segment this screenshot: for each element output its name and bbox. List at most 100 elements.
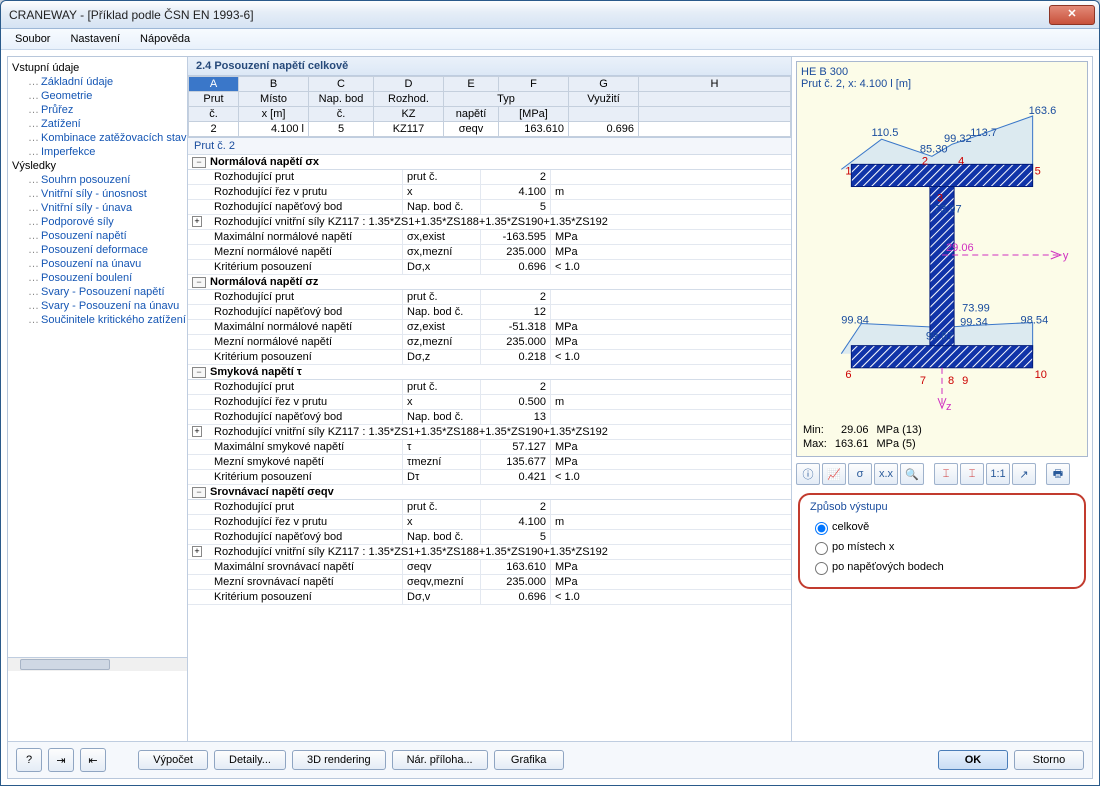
tb-axes-icon[interactable]: ↗ — [1012, 463, 1036, 485]
priloha-button[interactable]: Nár. příloha... — [392, 750, 488, 770]
tree-item[interactable]: Imperfekce — [8, 145, 187, 159]
tree-item[interactable]: Vnitřní síly - únosnost — [8, 187, 187, 201]
grid-header-cell[interactable]: Místo — [239, 92, 309, 107]
tree-item[interactable]: Posouzení napětí — [8, 229, 187, 243]
svg-text:z: z — [946, 401, 952, 413]
tb-info-icon[interactable]: ⓘ — [796, 463, 820, 485]
tree-item[interactable]: Vnitřní síly - únava — [8, 201, 187, 215]
grid-header-cell[interactable]: napětí — [444, 107, 499, 122]
tb-ratio-icon[interactable]: 1:1 — [986, 463, 1010, 485]
opt-bodech[interactable]: po napěťových bodech — [810, 557, 1074, 577]
tb-sigma-icon[interactable]: σ — [848, 463, 872, 485]
render-button[interactable]: 3D rendering — [292, 750, 386, 770]
grid-header-cell[interactable]: Rozhod. — [374, 92, 444, 107]
tb-section2-icon[interactable]: ⌶ — [960, 463, 984, 485]
detail-row-symbol: x — [402, 395, 480, 409]
import-button[interactable]: ⇥ — [48, 748, 74, 772]
grid-header-cell[interactable]: A — [189, 77, 239, 92]
grid-cell[interactable]: 5 — [309, 122, 374, 137]
menu-nastaveni[interactable]: Nastavení — [62, 31, 128, 47]
expand-icon[interactable]: + — [192, 546, 202, 557]
tb-chart-icon[interactable]: 📈 — [822, 463, 846, 485]
detaily-button[interactable]: Detaily... — [214, 750, 286, 770]
tree-item[interactable]: Posouzení deformace — [8, 243, 187, 257]
tree-h-scrollbar[interactable] — [8, 657, 187, 671]
detail-row-unit: MPa — [550, 440, 791, 454]
ok-button[interactable]: OK — [938, 750, 1008, 770]
detail-row-symbol: Dτ — [402, 470, 480, 484]
detail-row-unit — [550, 170, 791, 184]
opt-mistechx[interactable]: po místech x — [810, 537, 1074, 557]
grid-header-cell[interactable]: Využití — [569, 92, 639, 107]
grid-header-cell[interactable] — [569, 107, 639, 122]
collapse-icon[interactable]: − — [192, 367, 206, 378]
tree-item[interactable]: Svary - Posouzení na únavu — [8, 299, 187, 313]
storno-button[interactable]: Storno — [1014, 750, 1084, 770]
grid-header-cell[interactable]: B — [239, 77, 309, 92]
tree-item[interactable]: Základní údaje — [8, 75, 187, 89]
grid-header-cell[interactable]: x [m] — [239, 107, 309, 122]
expand-icon[interactable]: + — [192, 426, 202, 437]
grid-header-cell[interactable]: C — [309, 77, 374, 92]
tree-item[interactable]: Posouzení boulení — [8, 271, 187, 285]
tree-item[interactable]: Geometrie — [8, 89, 187, 103]
tree-item[interactable]: Svary - Posouzení napětí — [8, 285, 187, 299]
opt-celkove[interactable]: celkově — [810, 517, 1074, 537]
grid-cell[interactable]: 4.100 l — [239, 122, 309, 137]
tb-values-icon[interactable]: x.x — [874, 463, 898, 485]
tb-section-icon[interactable]: ⌶ — [934, 463, 958, 485]
tree-item[interactable]: Součinitele kritického zatížení — [8, 313, 187, 327]
grid-header-cell[interactable]: F — [499, 77, 569, 92]
grid-header-cell[interactable]: [MPa] — [499, 107, 569, 122]
detail-row-label: Rozhodující prut — [210, 290, 402, 304]
tb-print-icon[interactable]: 🖶 — [1046, 463, 1070, 485]
grid-header-cell[interactable]: Nap. bod — [309, 92, 374, 107]
grid-cell[interactable] — [639, 122, 791, 137]
close-button[interactable]: ✕ — [1049, 5, 1095, 25]
grid-cell[interactable]: KZ117 — [374, 122, 444, 137]
collapse-icon[interactable]: − — [192, 277, 206, 288]
grid-header-cell[interactable]: E — [444, 77, 499, 92]
tree-item[interactable]: Průřez — [8, 103, 187, 117]
grid-cell[interactable]: 2 — [189, 122, 239, 137]
expand-icon[interactable]: + — [192, 216, 202, 227]
tree-item[interactable]: Zatížení — [8, 117, 187, 131]
detail-row-label: Rozhodující napěťový bod — [210, 410, 402, 424]
tb-zoom-icon[interactable]: 🔍 — [900, 463, 924, 485]
vypocet-button[interactable]: Výpočet — [138, 750, 208, 770]
grid-header-cell[interactable]: KZ — [374, 107, 444, 122]
grid-header-cell[interactable]: D — [374, 77, 444, 92]
grid-header-cell[interactable]: H — [639, 77, 791, 92]
grid-header-cell[interactable]: č. — [309, 107, 374, 122]
detail-row-symbol: Nap. bod č. — [402, 200, 480, 214]
grid-cell[interactable]: σeqv — [444, 122, 499, 137]
tree-item[interactable]: Souhrn posouzení — [8, 173, 187, 187]
grid-header-cell[interactable]: G — [569, 77, 639, 92]
grid-header-cell[interactable]: Typ — [444, 92, 569, 107]
export-button[interactable]: ⇤ — [80, 748, 106, 772]
detail-row-value: 2 — [480, 500, 550, 514]
grafika-button[interactable]: Grafika — [494, 750, 564, 770]
menu-napoveda[interactable]: Nápověda — [132, 31, 198, 47]
grid-cell[interactable]: 0.696 — [569, 122, 639, 137]
grid-header-cell[interactable]: Prut — [189, 92, 239, 107]
menu-soubor[interactable]: Soubor — [7, 31, 58, 47]
detail-row-symbol: σz,exist — [402, 320, 480, 334]
grid-header-cell[interactable]: č. — [189, 107, 239, 122]
collapse-icon[interactable]: − — [192, 157, 206, 168]
tree-item[interactable]: Posouzení na únavu — [8, 257, 187, 271]
svg-text:5: 5 — [1035, 165, 1041, 177]
collapse-icon[interactable]: − — [192, 487, 206, 498]
tree-item[interactable]: Kombinace zatěžovacích stavů — [8, 131, 187, 145]
summary-grid[interactable]: ABCDEFGH PrutMístoNap. bodRozhod.TypVyuž… — [188, 76, 791, 137]
grid-header-cell[interactable] — [639, 107, 791, 122]
tree-item[interactable]: Podporové síly — [8, 215, 187, 229]
grid-cell[interactable]: 163.610 — [499, 122, 569, 137]
title-bar[interactable]: CRANEWAY - [Příklad podle ČSN EN 1993-6]… — [1, 1, 1099, 29]
nav-tree[interactable]: Vstupní údaje Základní údajeGeometriePrů… — [8, 57, 188, 741]
grid-header-cell[interactable] — [639, 92, 791, 107]
detail-panel[interactable]: Prut č. 2 −Normálová napětí σxRozhodujíc… — [188, 137, 791, 741]
svg-text:113.7: 113.7 — [970, 127, 997, 139]
help-button[interactable]: ? — [16, 748, 42, 772]
svg-text:110.5: 110.5 — [872, 127, 899, 139]
